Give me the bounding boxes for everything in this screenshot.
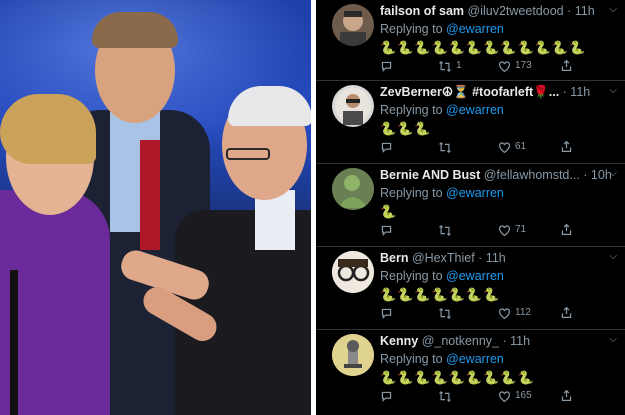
tweet-actions: 71 <box>380 222 610 238</box>
retweet-button[interactable] <box>438 222 456 238</box>
mention-link[interactable]: @ewarren <box>446 22 504 36</box>
tweet-time: · 11h <box>562 85 591 99</box>
retweet-icon <box>439 390 451 402</box>
share-button[interactable] <box>560 222 573 238</box>
share-button[interactable] <box>560 388 573 404</box>
heart-icon <box>499 60 510 72</box>
avatar[interactable] <box>332 251 374 293</box>
tweet[interactable]: Kenny @_notkenny_ · 11h ⌵ Replying to @e… <box>316 330 625 415</box>
heart-icon <box>499 224 510 236</box>
mention-link[interactable]: @ewarren <box>446 186 504 200</box>
reply-icon <box>381 142 392 153</box>
tweet-author-handle: @_notkenny_ <box>421 334 500 348</box>
share-button[interactable] <box>560 139 573 155</box>
share-icon <box>561 223 572 235</box>
tweet-author-name[interactable]: Bern <box>380 251 408 265</box>
tweet-author-name[interactable]: Kenny <box>380 334 418 348</box>
tweet-text: 🐍🐍🐍🐍🐍🐍🐍🐍🐍 <box>380 370 535 385</box>
share-icon <box>561 59 572 71</box>
mention-link[interactable]: @ewarren <box>446 352 504 366</box>
reply-button[interactable] <box>380 139 397 155</box>
like-button[interactable]: 165 <box>498 388 532 404</box>
debate-photo <box>0 0 311 415</box>
tweet-author-handle: @iluv2tweetdood <box>467 4 564 18</box>
chevron-down-icon[interactable]: ⌵ <box>609 249 617 265</box>
twitter-feed[interactable]: failson of sam @iluv2tweetdood · 11h ⌵ R… <box>316 0 625 415</box>
like-button[interactable]: 173 <box>498 58 532 74</box>
tweet[interactable]: ZevBerner☮⏳ #toofarleft🌹... · 11h ⌵ Repl… <box>316 81 625 164</box>
tweet-actions: 165 <box>380 388 610 404</box>
tweet-text: 🐍 <box>380 204 398 219</box>
heart-icon <box>499 390 510 402</box>
tweet-time: · 10h <box>583 168 612 182</box>
tweet-time: · 11h <box>478 251 506 265</box>
heart-icon <box>499 141 510 153</box>
replying-to-label: Replying to <box>380 103 443 117</box>
tweet-author-name[interactable]: ZevBerner☮⏳ #toofarleft🌹... <box>380 85 559 99</box>
tweet[interactable]: failson of sam @iluv2tweetdood · 11h ⌵ R… <box>316 0 625 81</box>
tweet-time: · 11h <box>502 334 531 348</box>
reply-icon <box>381 61 392 72</box>
chevron-down-icon[interactable]: ⌵ <box>609 332 617 348</box>
replying-to-label: Replying to <box>380 269 443 283</box>
reply-button[interactable] <box>380 58 397 74</box>
retweet-button[interactable] <box>438 139 456 155</box>
share-icon <box>561 306 572 318</box>
reply-icon <box>381 225 392 236</box>
share-icon <box>561 140 572 152</box>
chevron-down-icon[interactable]: ⌵ <box>609 166 617 182</box>
tweet-actions: 1 173 <box>380 58 610 74</box>
heart-icon <box>499 307 510 319</box>
tweet-time: · 11h <box>567 4 595 18</box>
tweet-text: 🐍🐍🐍🐍🐍🐍🐍 <box>380 287 501 302</box>
tweet[interactable]: Bern @HexThief · 11h ⌵ Replying to @ewar… <box>316 247 625 330</box>
tweet-actions: 61 <box>380 139 610 155</box>
tweet-author-handle: @fellawhomstd... <box>483 168 580 182</box>
chevron-down-icon[interactable]: ⌵ <box>609 2 617 18</box>
tweet-actions: 112 <box>380 305 610 321</box>
tweet[interactable]: Bernie AND Bust @fellawhomstd... · 10h ⌵… <box>316 164 625 247</box>
tweet-author-handle: @HexThief <box>411 251 475 265</box>
tweet-text: 🐍🐍🐍 <box>380 121 432 136</box>
reply-icon <box>381 391 392 402</box>
like-button[interactable]: 112 <box>498 305 531 321</box>
avatar[interactable] <box>332 85 374 127</box>
reply-button[interactable] <box>380 305 397 321</box>
avatar[interactable] <box>332 168 374 210</box>
reply-button[interactable] <box>380 222 397 238</box>
avatar[interactable] <box>332 4 374 46</box>
avatar[interactable] <box>332 334 374 376</box>
retweet-button[interactable] <box>438 305 456 321</box>
share-icon <box>561 389 572 401</box>
retweet-icon <box>439 141 451 153</box>
retweet-button[interactable]: 1 <box>438 58 462 74</box>
retweet-button[interactable] <box>438 388 456 404</box>
tweet-author-name[interactable]: failson of sam <box>380 4 464 18</box>
replying-to-label: Replying to <box>380 352 443 366</box>
replying-to-label: Replying to <box>380 22 443 36</box>
tweet-author-name[interactable]: Bernie AND Bust <box>380 168 480 182</box>
chevron-down-icon[interactable]: ⌵ <box>609 83 617 99</box>
retweet-icon <box>439 224 451 236</box>
like-button[interactable]: 71 <box>498 222 526 238</box>
retweet-icon <box>439 60 451 72</box>
retweet-icon <box>439 307 451 319</box>
replying-to-label: Replying to <box>380 186 443 200</box>
reply-icon <box>381 308 392 319</box>
tweet-text: 🐍🐍🐍🐍🐍🐍🐍🐍🐍🐍🐍🐍 <box>380 40 587 55</box>
reply-button[interactable] <box>380 388 397 404</box>
share-button[interactable] <box>560 305 573 321</box>
mention-link[interactable]: @ewarren <box>446 103 504 117</box>
mention-link[interactable]: @ewarren <box>446 269 504 283</box>
share-button[interactable] <box>560 58 573 74</box>
like-button[interactable]: 61 <box>498 139 526 155</box>
